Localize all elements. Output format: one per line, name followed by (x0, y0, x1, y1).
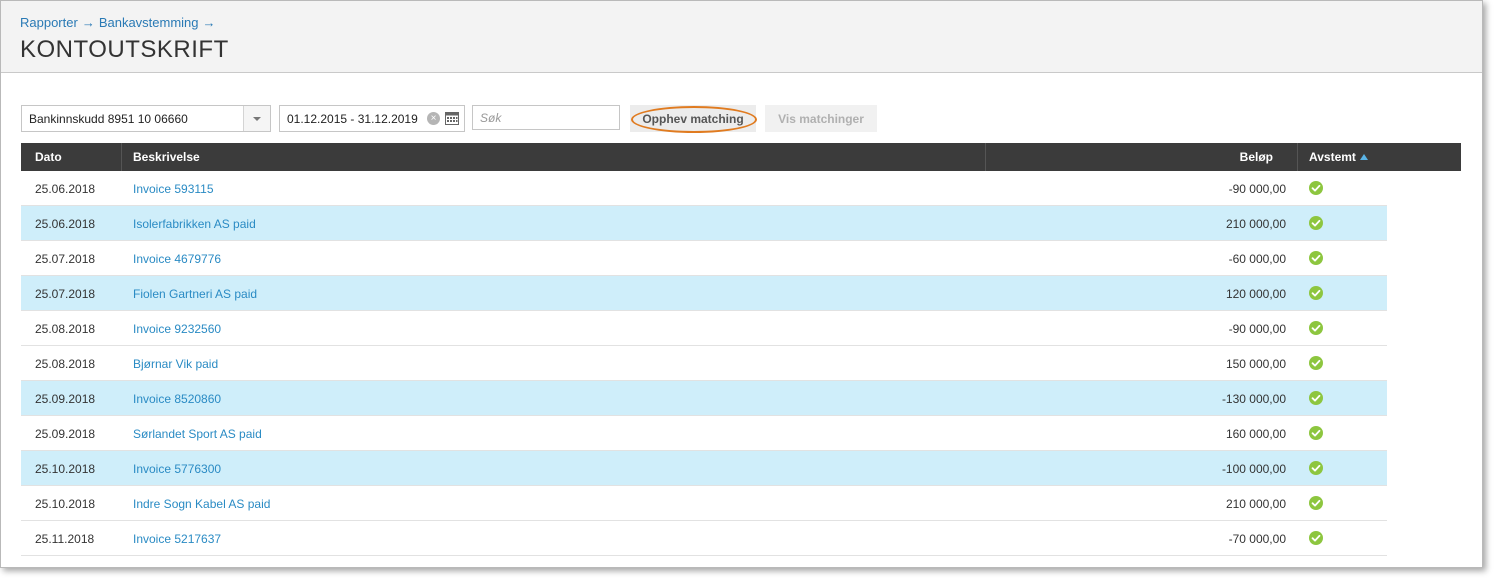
row-description-link[interactable]: Indre Sogn Kabel AS paid (133, 497, 270, 511)
reconciled-check-icon (1309, 531, 1323, 545)
row-date: 25.06.2018 (35, 217, 96, 231)
row-description-link[interactable]: Invoice 5776300 (133, 462, 221, 476)
table-row[interactable]: 25.09.2018 Invoice 8520860 -130 000,00 (21, 381, 1387, 416)
column-header-description[interactable]: Beskrivelse (133, 143, 200, 171)
row-amount: 150 000,00 (1225, 357, 1286, 371)
table-row[interactable]: 25.09.2018 Sørlandet Sport AS paid 160 000… (21, 416, 1387, 451)
table-row[interactable]: 25.08.2018 Bjørnar Vik paid 150 000,00 (21, 346, 1387, 381)
column-header-reconciled[interactable]: Avstemt (1309, 143, 1368, 171)
reconciled-check-icon (1309, 461, 1323, 475)
row-amount: -90 000,00 (1228, 322, 1286, 336)
reconciled-check-icon (1309, 356, 1323, 370)
row-date: 25.09.2018 (35, 427, 96, 441)
table-row[interactable]: 25.07.2018 Invoice 4679776 -60 000,00 (21, 241, 1387, 276)
row-amount: 160 000,00 (1225, 427, 1286, 441)
row-description-link[interactable]: Invoice 593115 (133, 182, 214, 196)
row-amount: -100 000,00 (1221, 462, 1286, 476)
dropdown-toggle[interactable] (243, 106, 270, 131)
row-date: 25.07.2018 (35, 252, 96, 266)
table-row[interactable]: 25.06.2018 Isolerfabrikken AS paid 210 000… (21, 206, 1387, 241)
row-amount: -90 000,00 (1228, 182, 1286, 196)
reconciled-check-icon (1309, 286, 1323, 300)
unmatch-button-label: Opphev matching (642, 112, 744, 126)
table-row[interactable]: 25.08.2018 Invoice 9232560 -90 000,00 (21, 311, 1387, 346)
window-frame: Rapporter → Bankavstemming → KONTOUTSKRIFT … (0, 0, 1483, 568)
column-divider (1297, 143, 1298, 171)
page-title: KONTOUTSKRIFT (20, 36, 229, 63)
row-description-link[interactable]: Bjørnar Vik paid (133, 357, 218, 371)
table-header: Dato Beskrivelse Beløp Avstemt (21, 143, 1461, 171)
breadcrumb: Rapporter → Bankavstemming → (20, 15, 220, 30)
row-description-link[interactable]: Invoice 4679776 (133, 252, 221, 266)
table-row[interactable]: 25.10.2018 Invoice 5776300 -100 000,00 (21, 451, 1387, 486)
breadcrumb-separator: → (202, 15, 216, 30)
date-range-field[interactable]: 01.12.2015 - 31.12.2019 × (279, 105, 465, 132)
row-date: 25.08.2018 (35, 357, 96, 371)
sort-ascending-icon (1359, 154, 1368, 160)
reconciled-check-icon (1309, 426, 1323, 440)
search-input[interactable] (472, 105, 620, 130)
column-header-reconciled-label: Avstemt (1309, 150, 1356, 164)
show-matches-button[interactable]: Vis matchinger (765, 105, 877, 132)
row-date: 25.10.2018 (35, 497, 96, 511)
row-amount: -130 000,00 (1221, 392, 1286, 406)
date-range-value: 01.12.2015 - 31.12.2019 (287, 112, 418, 126)
breadcrumb-item-bankavstemming[interactable]: Bankavstemming (99, 15, 199, 30)
column-header-amount[interactable]: Beløp (1240, 143, 1273, 171)
row-description-link[interactable]: Fiolen Gartneri AS paid (133, 287, 257, 301)
row-amount: -70 000,00 (1228, 532, 1286, 546)
row-date: 25.06.2018 (35, 182, 96, 196)
reconciled-check-icon (1309, 496, 1323, 510)
row-description-link[interactable]: Invoice 9232560 (133, 322, 221, 336)
table-row[interactable]: 25.11.2018 Invoice 5217637 -70 000,00 (21, 521, 1387, 556)
reconciled-check-icon (1309, 391, 1323, 405)
column-header-date[interactable]: Dato (35, 143, 62, 171)
row-amount: 120 000,00 (1225, 287, 1286, 301)
table-row[interactable]: 25.06.2018 Invoice 593115 -90 000,00 (21, 171, 1387, 206)
account-select-value: Bankinnskudd 8951 10 06660 (29, 112, 188, 126)
table-row[interactable]: 25.07.2018 Fiolen Gartneri AS paid 120 000… (21, 276, 1387, 311)
column-divider (121, 143, 122, 171)
row-date: 25.10.2018 (35, 462, 96, 476)
row-description-link[interactable]: Invoice 5217637 (133, 532, 221, 546)
row-date: 25.11.2018 (35, 532, 95, 546)
clear-icon[interactable]: × (427, 112, 440, 125)
page-header: Rapporter → Bankavstemming → KONTOUTSKRIFT (1, 1, 1482, 73)
row-date: 25.07.2018 (35, 287, 96, 301)
row-description-link[interactable]: Isolerfabrikken AS paid (133, 217, 256, 231)
chevron-down-icon (253, 117, 261, 121)
breadcrumb-item-rapporter[interactable]: Rapporter (20, 15, 78, 30)
reconciled-check-icon (1309, 251, 1323, 265)
row-description-link[interactable]: Invoice 8520860 (133, 392, 221, 406)
table-row[interactable]: 25.10.2018 Indre Sogn Kabel AS paid 210 00… (21, 486, 1387, 521)
row-amount: 210 000,00 (1225, 497, 1286, 511)
table-body: 25.06.2018 Invoice 593115 -90 000,00 25.06.… (21, 171, 1387, 556)
row-amount: 210 000,00 (1225, 217, 1286, 231)
calendar-icon[interactable] (445, 111, 459, 125)
row-description-link[interactable]: Sørlandet Sport AS paid (133, 427, 262, 441)
reconciled-check-icon (1309, 181, 1323, 195)
account-select[interactable]: Bankinnskudd 8951 10 06660 (21, 105, 271, 132)
row-date: 25.08.2018 (35, 322, 96, 336)
breadcrumb-separator: → (81, 15, 95, 30)
column-divider (985, 143, 986, 171)
row-amount: -60 000,00 (1228, 252, 1286, 266)
unmatch-button[interactable]: Opphev matching (630, 105, 757, 133)
reconciled-check-icon (1309, 321, 1323, 335)
row-date: 25.09.2018 (35, 392, 96, 406)
reconciled-check-icon (1309, 216, 1323, 230)
